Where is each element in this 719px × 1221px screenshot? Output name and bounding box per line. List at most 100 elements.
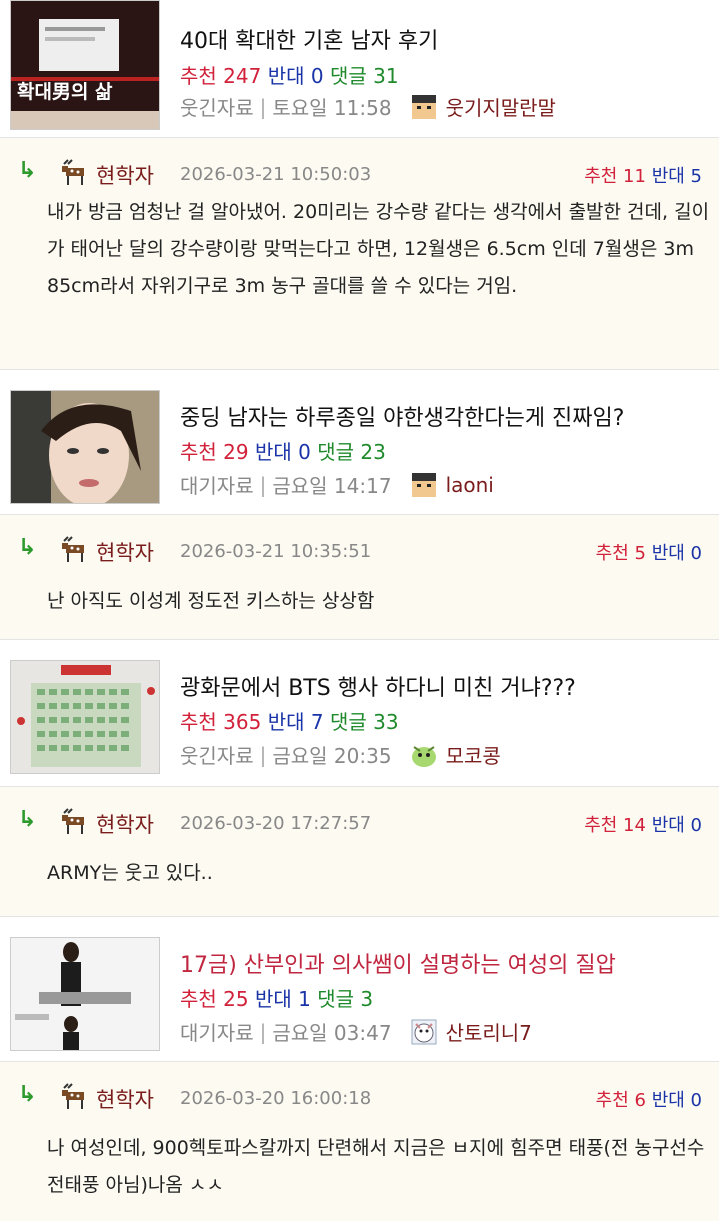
post-thumbnail[interactable] xyxy=(10,937,160,1051)
reply-arrow-icon: ↳ xyxy=(18,1082,37,1107)
reply-header: ↳ 현학자 2026-03-20 16:00:18 추천 6 반대 0 xyxy=(18,1082,702,1116)
deer-icon xyxy=(62,808,84,834)
post-time: 금요일 20:35 xyxy=(272,744,392,768)
reply-oppose-count: 0 xyxy=(690,543,702,564)
reply-recommend-label: 추천 xyxy=(584,166,618,187)
reply-item: ↳ 현학자 2026-03-20 17:27:57 추천 14 반대 0 ARM… xyxy=(0,787,719,917)
post-item[interactable]: 중딩 남자는 하루종일 야한생각한다는게 진짜임? 추천 29 반대 0 댓글 … xyxy=(0,370,719,515)
oppose-label: 반대 xyxy=(254,987,292,1011)
reply-body: ARMY는 웃고 있다.. xyxy=(47,862,213,884)
post-title[interactable]: 광화문에서 BTS 행사 하다니 미친 거냐??? xyxy=(180,670,576,702)
reply-arrow-icon: ↳ xyxy=(18,158,37,183)
reply-author[interactable]: 현학자 xyxy=(96,1084,154,1114)
post-category[interactable]: 대기자료 xyxy=(180,1017,254,1046)
reply-votes: 추천 5 반대 0 xyxy=(596,539,702,565)
comment-label: 댓글 xyxy=(317,440,355,464)
reply-arrow-icon: ↳ xyxy=(18,807,37,832)
reply-date: 2026-03-20 17:27:57 xyxy=(180,813,372,834)
reply-votes: 추천 14 반대 0 xyxy=(584,811,702,837)
post-stats: 추천 25 반대 1 댓글 3 xyxy=(180,983,373,1012)
deer-icon xyxy=(62,536,84,562)
post-author[interactable]: 웃기지말란말 xyxy=(446,92,556,121)
comment-count: 23 xyxy=(360,440,386,464)
reply-oppose-count: 0 xyxy=(690,1090,702,1111)
reply-recommend-count: 6 xyxy=(634,1090,646,1111)
recommend-count: 247 xyxy=(223,64,262,88)
reply-item: ↳ 현학자 2026-03-20 16:00:18 추천 6 반대 0 나 여성… xyxy=(0,1062,719,1221)
reply-oppose-label: 반대 xyxy=(651,543,685,564)
post-author[interactable]: 모코콩 xyxy=(446,740,501,769)
thumbnail-image xyxy=(11,661,159,773)
reply-author[interactable]: 현학자 xyxy=(96,809,154,839)
reply-body: 난 아직도 이성계 정도전 키스하는 상상함 xyxy=(47,590,375,612)
post-title[interactable]: 17금) 산부인과 의사쌤이 설명하는 여성의 질압 xyxy=(180,947,616,979)
post-title[interactable]: 40대 확대한 기혼 남자 후기 xyxy=(180,23,438,55)
recommend-label: 추천 xyxy=(180,987,217,1011)
meta-separator: | xyxy=(259,472,267,497)
reply-body: 내가 방금 엄청난 걸 알아냈어. 20미리는 강수량 같다는 생각에서 출발한… xyxy=(47,201,710,297)
user-avatar-icon xyxy=(411,94,436,119)
reply-oppose-count: 0 xyxy=(690,815,702,836)
reply-author[interactable]: 현학자 xyxy=(96,537,154,567)
meta-separator: | xyxy=(259,94,267,119)
recommend-count: 29 xyxy=(223,440,249,464)
reply-header: ↳ 현학자 2026-03-21 10:50:03 추천 11 반대 5 xyxy=(18,158,702,192)
post-item[interactable]: 확대男의 삶 40대 확대한 기혼 남자 후기 추천 247 반대 0 댓글 3… xyxy=(0,0,719,138)
post-item[interactable]: 17금) 산부인과 의사쌤이 설명하는 여성의 질압 추천 25 반대 1 댓글… xyxy=(0,917,719,1062)
reply-author[interactable]: 현학자 xyxy=(96,160,154,190)
comment-count: 31 xyxy=(373,64,399,88)
recommend-label: 추천 xyxy=(180,64,217,88)
post-author[interactable]: laoni xyxy=(446,473,494,497)
post-stats: 추천 365 반대 7 댓글 33 xyxy=(180,706,399,735)
reply-oppose-label: 반대 xyxy=(651,815,685,836)
oppose-label: 반대 xyxy=(254,440,292,464)
post-title[interactable]: 중딩 남자는 하루종일 야한생각한다는게 진짜임? xyxy=(180,400,624,432)
post-thumbnail[interactable] xyxy=(10,660,160,774)
user-avatar-icon xyxy=(411,472,436,497)
reply-recommend-count: 5 xyxy=(634,543,646,564)
recommend-label: 추천 xyxy=(180,440,217,464)
reply-recommend-count: 11 xyxy=(623,166,646,187)
post-time: 금요일 14:17 xyxy=(272,474,392,498)
reply-header: ↳ 현학자 2026-03-20 17:27:57 추천 14 반대 0 xyxy=(18,807,702,841)
post-stats: 추천 29 반대 0 댓글 23 xyxy=(180,436,386,465)
post-thumbnail[interactable]: 확대男의 삶 xyxy=(10,0,160,130)
thumbnail-text: 확대男의 삶 xyxy=(17,80,113,103)
recommend-label: 추천 xyxy=(180,710,217,734)
user-avatar-icon xyxy=(411,745,436,767)
reply-votes: 추천 6 반대 0 xyxy=(596,1086,702,1112)
oppose-count: 0 xyxy=(310,64,324,88)
oppose-count: 0 xyxy=(298,440,311,464)
recommend-count: 25 xyxy=(223,987,249,1011)
reply-recommend-label: 추천 xyxy=(595,543,629,564)
post-time: 토요일 11:58 xyxy=(272,96,392,120)
comment-label: 댓글 xyxy=(329,710,367,734)
reply-item: ↳ 현학자 2026-03-21 10:50:03 추천 11 반대 5 내가 … xyxy=(0,138,719,370)
post-category[interactable]: 웃긴자료 xyxy=(180,92,254,121)
post-meta: 웃긴자료 | 토요일 11:58 웃기지말란말 xyxy=(180,92,556,121)
post-category[interactable]: 웃긴자료 xyxy=(180,740,254,769)
reply-date: 2026-03-21 10:35:51 xyxy=(180,541,372,562)
reply-arrow-icon: ↳ xyxy=(18,535,37,560)
oppose-label: 반대 xyxy=(267,64,305,88)
post-meta: 웃긴자료 | 금요일 20:35 모코콩 xyxy=(180,740,501,769)
post-item[interactable]: 광화문에서 BTS 행사 하다니 미친 거냐??? 추천 365 반대 7 댓글… xyxy=(0,640,719,787)
oppose-label: 반대 xyxy=(267,710,305,734)
meta-separator: | xyxy=(259,742,267,767)
oppose-count: 7 xyxy=(310,710,324,734)
reply-item: ↳ 현학자 2026-03-21 10:35:51 추천 5 반대 0 난 아직… xyxy=(0,515,719,640)
reply-oppose-label: 반대 xyxy=(651,166,685,187)
comment-label: 댓글 xyxy=(317,987,355,1011)
reply-date: 2026-03-20 16:00:18 xyxy=(180,1088,372,1109)
reply-date: 2026-03-21 10:50:03 xyxy=(180,164,372,185)
post-author[interactable]: 산토리니7 xyxy=(446,1017,532,1046)
comment-count: 33 xyxy=(373,710,399,734)
post-category[interactable]: 대기자료 xyxy=(180,470,254,499)
reply-votes: 추천 11 반대 5 xyxy=(584,162,702,188)
reply-oppose-label: 반대 xyxy=(651,1090,685,1111)
reply-oppose-count: 5 xyxy=(690,166,702,187)
post-thumbnail[interactable] xyxy=(10,390,160,504)
recommend-count: 365 xyxy=(223,710,262,734)
deer-icon xyxy=(62,1083,84,1109)
post-stats: 추천 247 반대 0 댓글 31 xyxy=(180,60,399,89)
